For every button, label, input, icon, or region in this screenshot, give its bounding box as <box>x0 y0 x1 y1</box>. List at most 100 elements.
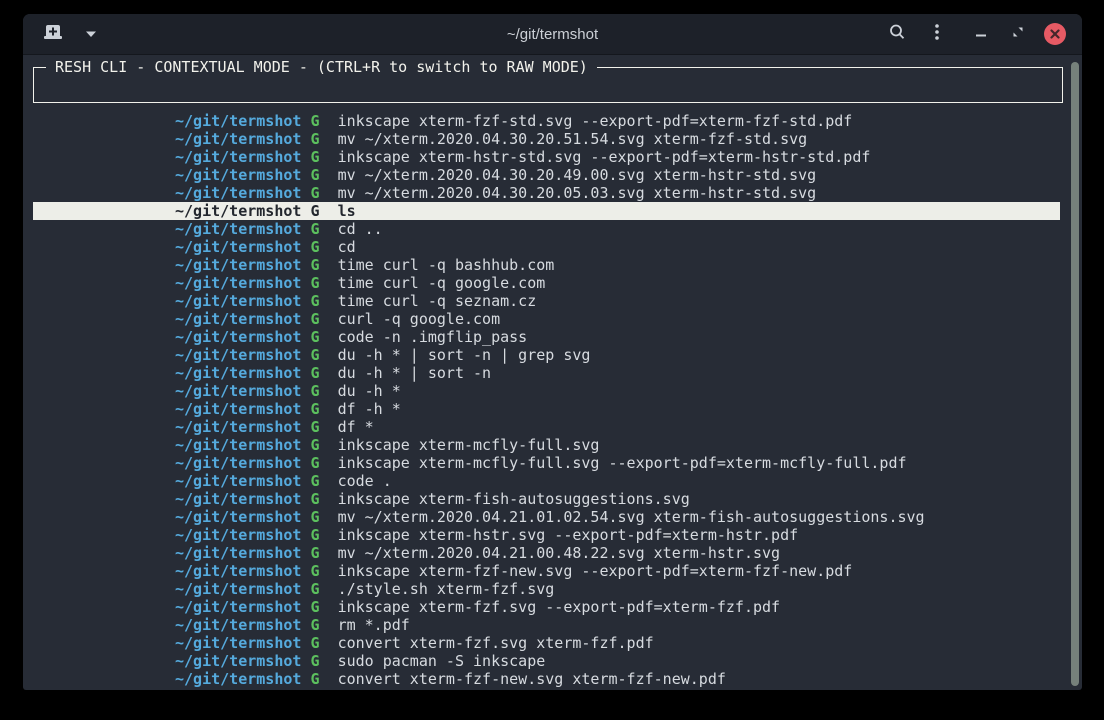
git-indicator: G <box>301 382 337 400</box>
prompt-path: ~/git/termshot <box>175 112 301 130</box>
history-row[interactable]: ~/git/termshot G inkscape xterm-mcfly-fu… <box>33 454 1060 472</box>
prompt-path: ~/git/termshot <box>175 274 301 292</box>
titlebar-right-controls <box>885 22 1082 46</box>
command-text: inkscape xterm-mcfly-full.svg --export-p… <box>338 454 907 472</box>
git-indicator: G <box>301 328 337 346</box>
history-row[interactable]: ~/git/termshot G cd <box>33 238 1060 256</box>
history-row[interactable]: ~/git/termshot G inkscape xterm-hstr-std… <box>33 148 1060 166</box>
history-row[interactable]: ~/git/termshot G convert xterm-fzf.svg x… <box>33 634 1060 652</box>
resh-search-input-box[interactable]: RESH CLI - CONTEXTUAL MODE - (CTRL+R to … <box>33 67 1063 103</box>
git-indicator: G <box>301 364 337 382</box>
prompt-path: ~/git/termshot <box>175 616 301 634</box>
prompt-path: ~/git/termshot <box>175 562 301 580</box>
command-text: mv ~/xterm.2020.04.30.20.05.03.svg xterm… <box>338 184 817 202</box>
command-text: mv ~/xterm.2020.04.30.20.51.54.svg xterm… <box>338 130 808 148</box>
prompt-path: ~/git/termshot <box>175 418 301 436</box>
history-row[interactable]: ~/git/termshot G convert xterm-fzf-new.s… <box>33 670 1060 688</box>
history-row[interactable]: ~/git/termshot G df * <box>33 418 1060 436</box>
prompt-path: ~/git/termshot <box>175 328 301 346</box>
git-indicator: G <box>301 508 337 526</box>
new-tab-button[interactable] <box>41 22 65 46</box>
history-row[interactable]: ~/git/termshot G inkscape xterm-fzf.svg … <box>33 598 1060 616</box>
history-row[interactable]: ~/git/termshot G time curl -q bashhub.co… <box>33 256 1060 274</box>
prompt-path: ~/git/termshot <box>175 400 301 418</box>
prompt-path: ~/git/termshot <box>175 598 301 616</box>
tab-switcher-button[interactable] <box>79 22 103 46</box>
restore-button[interactable] <box>1006 22 1030 46</box>
git-indicator: G <box>301 526 337 544</box>
history-row[interactable]: ~/git/termshot G rm *.pdf <box>33 616 1060 634</box>
close-icon <box>1044 23 1066 45</box>
search-icon <box>888 23 906 46</box>
new-tab-icon <box>43 23 63 46</box>
history-row[interactable]: ~/git/termshot G inkscape xterm-fzf-std.… <box>33 112 1060 130</box>
history-row[interactable]: ~/git/termshot G mv ~/xterm.2020.04.21.0… <box>33 508 1060 526</box>
command-text: inkscape xterm-fzf.svg --export-pdf=xter… <box>338 598 781 616</box>
git-indicator: G <box>301 436 337 454</box>
command-text: inkscape xterm-hstr.svg --export-pdf=xte… <box>338 526 799 544</box>
history-row[interactable]: ~/git/termshot G du -h * | sort -n <box>33 364 1060 382</box>
history-row[interactable]: ~/git/termshot G time curl -q google.com <box>33 274 1060 292</box>
history-row[interactable]: ~/git/termshot G du -h * | sort -n | gre… <box>33 346 1060 364</box>
git-indicator: G <box>301 256 337 274</box>
history-row[interactable]: ~/git/termshot G mv ~/xterm.2020.04.30.2… <box>33 184 1060 202</box>
scrollbar-thumb[interactable] <box>1071 62 1079 686</box>
prompt-path: ~/git/termshot <box>175 490 301 508</box>
history-row[interactable]: ~/git/termshot G curl -q google.com <box>33 310 1060 328</box>
command-text: inkscape xterm-fzf-new.svg --export-pdf=… <box>338 562 853 580</box>
history-row[interactable]: ~/git/termshot G inkscape xterm-hstr.svg… <box>33 526 1060 544</box>
history-row[interactable]: ~/git/termshot G du -h * <box>33 382 1060 400</box>
prompt-path: ~/git/termshot <box>175 256 301 274</box>
history-row[interactable]: ~/git/termshot G ./style.sh xterm-fzf.sv… <box>33 580 1060 598</box>
git-indicator: G <box>301 562 337 580</box>
command-text: convert xterm-fzf-new.svg xterm-fzf-new.… <box>338 670 726 688</box>
command-text: rm *.pdf <box>338 616 410 634</box>
menu-button[interactable] <box>925 22 949 46</box>
prompt-path: ~/git/termshot <box>175 670 301 688</box>
command-text: du -h * | sort -n | grep svg <box>338 346 591 364</box>
minimize-button[interactable] <box>969 22 993 46</box>
history-row[interactable]: ~/git/termshot G sudo pacman -S inkscape <box>33 652 1060 670</box>
git-indicator: G <box>301 544 337 562</box>
history-row[interactable]: ~/git/termshot G code -n .imgflip_pass <box>33 328 1060 346</box>
history-row[interactable]: ~/git/termshot G cd .. <box>33 220 1060 238</box>
history-row[interactable]: ~/git/termshot G mv ~/xterm.2020.04.21.0… <box>33 544 1060 562</box>
history-row[interactable]: ~/git/termshot G inkscape xterm-fzf-new.… <box>33 562 1060 580</box>
git-indicator: G <box>301 490 337 508</box>
history-row[interactable]: ~/git/termshot G time curl -q seznam.cz <box>33 292 1060 310</box>
history-row[interactable]: ~/git/termshot G ls <box>33 202 1060 220</box>
history-row[interactable]: ~/git/termshot G mv ~/xterm.2020.04.30.2… <box>33 166 1060 184</box>
git-indicator: G <box>301 184 337 202</box>
prompt-path: ~/git/termshot <box>175 166 301 184</box>
command-text: mv ~/xterm.2020.04.21.01.02.54.svg xterm… <box>338 508 925 526</box>
close-button[interactable] <box>1043 22 1067 46</box>
git-indicator: G <box>301 346 337 364</box>
command-text: code -n .imgflip_pass <box>338 328 528 346</box>
history-row[interactable]: ~/git/termshot G inkscape xterm-fish-aut… <box>33 490 1060 508</box>
git-indicator: G <box>301 292 337 310</box>
command-text: mv ~/xterm.2020.04.30.20.49.00.svg xterm… <box>338 166 817 184</box>
prompt-path: ~/git/termshot <box>175 382 301 400</box>
prompt-path: ~/git/termshot <box>175 472 301 490</box>
terminal-content: RESH CLI - CONTEXTUAL MODE - (CTRL+R to … <box>23 55 1082 689</box>
history-row[interactable]: ~/git/termshot G code . <box>33 472 1060 490</box>
prompt-path: ~/git/termshot <box>175 364 301 382</box>
history-row[interactable]: ~/git/termshot G df -h * <box>33 400 1060 418</box>
chevron-down-icon <box>85 25 97 43</box>
search-button[interactable] <box>885 22 909 46</box>
git-indicator: G <box>301 472 337 490</box>
restore-window-icon <box>1012 25 1024 43</box>
prompt-path: ~/git/termshot <box>175 220 301 238</box>
terminal-window: ~/git/termshot <box>23 14 1082 690</box>
prompt-path: ~/git/termshot <box>175 292 301 310</box>
git-indicator: G <box>301 166 337 184</box>
prompt-path: ~/git/termshot <box>175 634 301 652</box>
prompt-path: ~/git/termshot <box>175 130 301 148</box>
command-text: time curl -q bashhub.com <box>338 256 555 274</box>
history-row[interactable]: ~/git/termshot G mv ~/xterm.2020.04.30.2… <box>33 130 1060 148</box>
history-row[interactable]: ~/git/termshot G inkscape xterm-mcfly-fu… <box>33 436 1060 454</box>
command-text: inkscape xterm-fish-autosuggestions.svg <box>338 490 690 508</box>
command-text: sudo pacman -S inkscape <box>338 652 546 670</box>
command-text: mv ~/xterm.2020.04.21.00.48.22.svg xterm… <box>338 544 781 562</box>
git-indicator: G <box>301 418 337 436</box>
